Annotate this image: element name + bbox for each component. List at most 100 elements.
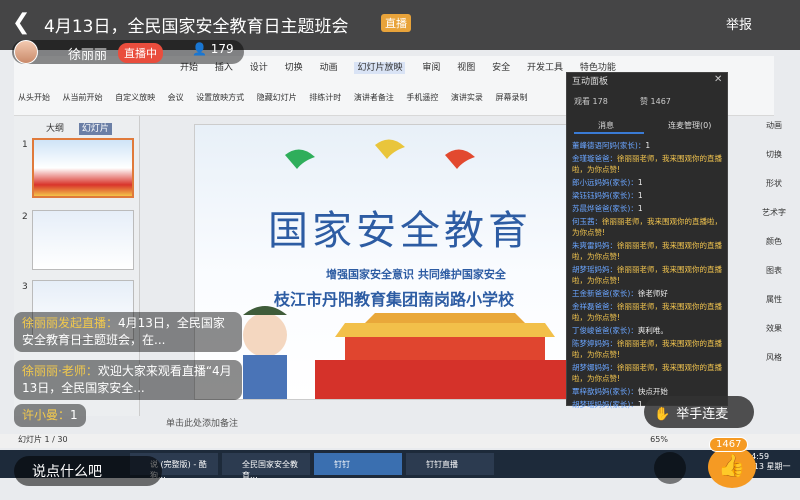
more-button[interactable] [654,452,686,484]
list-item: 梁钰钰妈妈(家长)：1 [572,191,643,200]
menu-item[interactable]: 开始 [180,63,198,73]
tool-meeting[interactable]: 会议 [168,93,184,102]
tool-record-speech[interactable]: 演讲实录 [451,93,483,102]
tool-screen-record[interactable]: 屏幕录制 [495,93,527,102]
thumb-number: 3 [22,282,28,292]
tool-transition[interactable]: 切换 [762,149,786,160]
tool-start-current[interactable]: 从当前开始 [63,93,103,102]
right-tool-strip: 动画 切换 形状 艺术字 颜色 图表 属性 效果 风格 [762,120,786,381]
ppt-menu-bar: 开始 插入 设计 切换 动画 幻灯片放映 审阅 视图 安全 开发工具 特色功能 [180,60,630,74]
tool-style[interactable]: 风格 [762,352,786,363]
active-tab-indicator [574,132,644,134]
cartoon-child-body [243,355,287,399]
list-item: 苏晨烨爸爸(家长)：1 [572,204,643,213]
gate-roof [335,323,555,337]
comment-bubble: 徐丽丽·老师：欢迎大家来观看直播“4月13日，全民国家安全... [14,360,242,400]
panel-viewer-count: 观看 178 [574,97,608,106]
comment-bubble: 徐丽丽发起直播：4月13日，全民国家安全教育日主题班会，在... [14,312,242,352]
thumb-number: 2 [22,212,28,222]
tool-wordart[interactable]: 艺术字 [762,207,786,218]
person-icon: 👤 [192,42,207,56]
comment-input[interactable]: 说点什么吧 [14,456,162,486]
slide-counter: 幻灯片 1 / 30 [18,435,68,444]
raise-hand-label: 举手连麦 [676,407,729,422]
list-item: 陈梦婷妈妈：徐丽丽老师，我来围观你的直播啦，为你点赞! [572,339,722,359]
close-icon[interactable]: ✕ [714,74,722,85]
thumbs-up-icon: 👍 [718,454,746,479]
panel-title: 互动面板 [572,77,609,87]
ppt-status-bar: 幻灯片 1 / 30 65% [0,434,800,448]
tool-setup-show[interactable]: 设置放映方式 [196,93,244,102]
tool-custom-show[interactable]: 自定义放映 [115,93,155,102]
tool-color[interactable]: 颜色 [762,236,786,247]
slide-thumbnail[interactable] [32,138,134,198]
gate-building [345,335,545,360]
gate-roof-top [365,313,525,323]
menu-item-active[interactable]: 幻灯片放映 [354,62,406,74]
slide-decoration [243,139,575,399]
menu-item[interactable]: 插入 [215,63,233,73]
like-button[interactable]: 👍 [708,446,756,488]
thumb-number: 1 [22,140,28,150]
menu-item[interactable]: 开发工具 [527,63,563,73]
tool-rehearse[interactable]: 排练计时 [309,93,341,102]
report-button[interactable]: 举报 [726,14,752,33]
slide-canvas[interactable] [194,124,576,400]
comment-bubble: 许小曼：1 [14,404,86,427]
tool-properties[interactable]: 属性 [762,294,786,305]
cartoon-child-face [243,313,287,357]
avatar[interactable] [14,40,38,64]
tool-hide-slide[interactable]: 隐藏幻灯片 [257,93,297,102]
tool-speaker-notes[interactable]: 演讲者备注 [354,93,394,102]
message-list: 董峰德语阿妈(家长)：1 金瑾璇爸爸：徐丽丽老师，我来围观你的直播啦，为你点赞!… [572,140,724,412]
zoom-level[interactable]: 65% [650,435,668,444]
menu-item[interactable]: 审阅 [422,63,440,73]
taskbar-app-ppt[interactable]: 全民国家安全教育... [222,453,310,480]
list-item: 胡梦娜妈妈：徐丽丽老师，我来围观你的直播啦，为你点赞! [572,363,722,383]
dove-icon [445,149,475,169]
hand-icon: ✋ [654,407,671,422]
tool-phone-remote[interactable]: 手机遥控 [406,93,438,102]
slide-title: 国家安全教育 [268,208,532,254]
menu-item[interactable]: 安全 [492,63,510,73]
menu-item[interactable]: 动画 [320,63,338,73]
list-item: 王金新爸爸(家长)：徐老师好 [572,289,668,298]
list-item: 胡梦瑶妈妈：徐丽丽老师，我来围观你的直播啦，为你点赞! [572,265,722,285]
tool-shape[interactable]: 形状 [762,178,786,189]
viewer-count: 179 [210,42,234,56]
raise-hand-button[interactable]: ✋ 举手连麦 [644,396,754,428]
list-item: 金瑾璇爸爸：徐丽丽老师，我来围观你的直播啦，为你点赞! [572,154,722,174]
notes-placeholder[interactable]: 单击此处添加备注 [166,416,238,429]
gate-wall [315,360,575,399]
taskbar-app-dingtalk[interactable]: 钉钉 [314,453,402,475]
back-arrow-icon[interactable]: ❮ [12,10,30,35]
menu-item[interactable]: 切换 [285,63,303,73]
host-name: 徐丽丽 [68,48,108,63]
thumbnail-tabs: 大纲 幻灯片 [46,121,112,135]
tool-start-from-beginning[interactable]: 从头开始 [18,93,50,102]
live-status-badge: 直播中 [118,43,163,63]
viewer-counter: 👤 179 [192,42,234,56]
live-tag-badge: 直播 [381,14,411,32]
tool-animation[interactable]: 动画 [762,120,786,131]
menu-item[interactable]: 视图 [457,63,475,73]
panel-like-count: 赞 1467 [640,97,671,106]
list-item: 郎小远妈妈(家长)：1 [572,178,643,187]
tab-outline[interactable]: 大纲 [46,124,64,134]
menu-item[interactable]: 设计 [250,63,268,73]
like-count-badge: 1467 [709,437,749,452]
slide-school-name: 枝江市丹阳教育集团南岗路小学校 [274,290,515,309]
tool-effects[interactable]: 效果 [762,323,786,334]
ppt-toolbar: 从头开始 从当前开始 自定义放映 会议 设置放映方式 隐藏幻灯片 排练计时 演讲… [18,92,537,103]
list-item: 金祥磊爸爸：徐丽丽老师，我来围观你的直播啦，为你点赞! [572,302,722,322]
tab-mic-management[interactable]: 连麦管理(0) [668,120,711,131]
taskbar-app-dingtalk-live[interactable]: 钉钉直播 [406,453,494,475]
tab-messages[interactable]: 消息 [598,120,614,131]
slide-subtitle: 增强国家安全意识 共同维护国家安全 [326,268,506,281]
tool-chart[interactable]: 图表 [762,265,786,276]
slide-thumbnail[interactable] [32,210,134,270]
list-item: 董峰德语阿妈(家长)：1 [572,141,651,150]
dove-icon [375,139,405,159]
tab-slides[interactable]: 幻灯片 [78,123,112,135]
list-item: 朱爽雷妈妈：徐丽丽老师，我来围观你的直播啦，为你点赞! [572,241,722,261]
